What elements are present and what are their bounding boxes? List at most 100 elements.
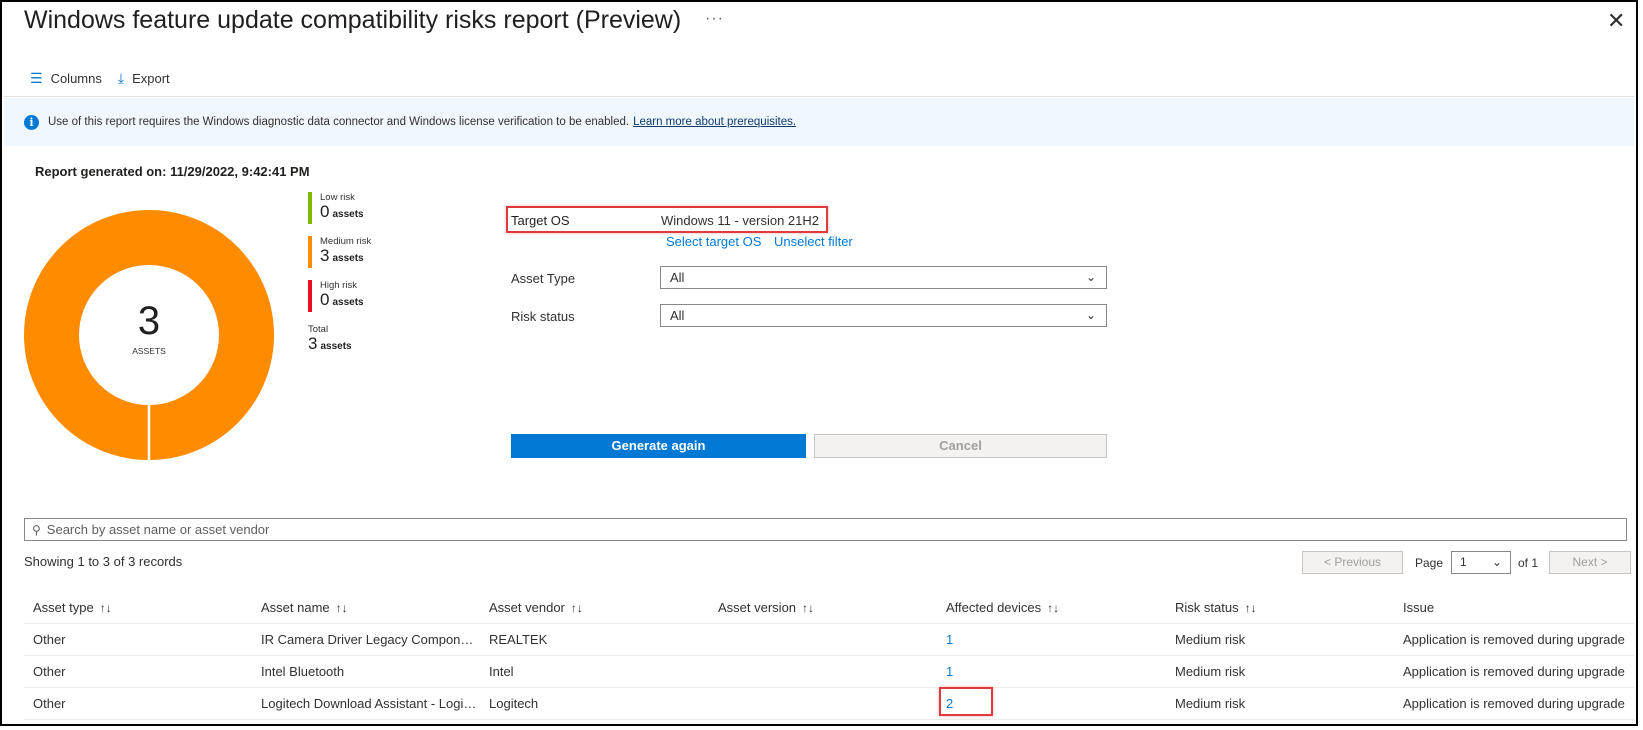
column-header-label: Asset type xyxy=(33,599,94,615)
columns-icon: ☰ xyxy=(30,70,43,86)
next-page-button: Next > xyxy=(1549,551,1631,574)
columns-button[interactable]: ☰ Columns xyxy=(30,70,102,87)
sort-icon[interactable]: ↑↓ xyxy=(802,601,814,615)
export-button[interactable]: ⤓ Export xyxy=(118,70,170,87)
chevron-down-icon: ⌄ xyxy=(1085,308,1096,322)
donut-total-count: 3 xyxy=(138,299,160,343)
search-input[interactable]: ⚲ Search by asset name or asset vendor xyxy=(24,518,1627,541)
table-cell: Application is removed during upgrade xyxy=(1394,623,1634,656)
legend-low-risk-bar xyxy=(308,192,312,224)
table-cell: Logitech xyxy=(480,687,709,720)
page-number-value: 1 xyxy=(1460,555,1467,569)
legend-medium-risk-bar xyxy=(308,236,312,268)
risk-legend: Low risk 0 assets Medium risk 3 assets Hig… xyxy=(308,192,371,368)
asset-type-label: Asset Type xyxy=(511,271,576,286)
sort-icon[interactable]: ↑↓ xyxy=(336,601,348,615)
table-cell xyxy=(709,623,937,656)
toolbar-divider xyxy=(4,96,1634,97)
table-cell xyxy=(709,687,937,720)
target-os-label: Target OS xyxy=(511,213,570,228)
legend-total-count: 3 assets xyxy=(308,334,352,353)
table-body: Other IR Camera Driver Legacy Components R… xyxy=(24,623,1634,720)
table-row[interactable]: Other Logitech Download Assistant - LogiL… xyxy=(24,687,1634,720)
previous-page-button: < Previous xyxy=(1302,551,1403,574)
table-cell: Logitech Download Assistant - LogiLDA xyxy=(252,687,480,720)
affected-devices-link[interactable]: 1 xyxy=(946,664,953,679)
column-header[interactable]: Issue xyxy=(1394,591,1634,624)
table-cell: Application is removed during upgrade xyxy=(1394,655,1634,688)
page-number-dropdown[interactable]: 1 ⌄ xyxy=(1451,551,1511,574)
table-cell: Intel Bluetooth xyxy=(252,655,480,688)
column-header-label: Asset name xyxy=(261,599,330,615)
page-title: Windows feature update compatibility ris… xyxy=(24,6,682,34)
table-cell: Application is removed during upgrade xyxy=(1394,687,1634,720)
table-row[interactable]: Other IR Camera Driver Legacy Components R… xyxy=(24,623,1634,656)
export-label: Export xyxy=(132,71,170,86)
column-header[interactable]: Asset version ↑↓ xyxy=(709,591,937,624)
legend-total-label: Total xyxy=(308,324,329,335)
assets-table: Asset type ↑↓ Asset name ↑↓ Asset vendor ↑↓ As… xyxy=(24,591,1634,720)
table-cell: Medium risk xyxy=(1166,655,1394,688)
column-header-label: Risk status xyxy=(1175,599,1239,615)
cancel-button: Cancel xyxy=(814,434,1107,458)
column-header[interactable]: Asset vendor ↑↓ xyxy=(480,591,709,624)
download-icon: ⤓ xyxy=(117,70,125,86)
report-blade: Windows feature update compatibility ris… xyxy=(0,0,1638,726)
unselect-filter-link[interactable]: Unselect filter xyxy=(774,234,853,249)
table-cell: IR Camera Driver Legacy Components xyxy=(252,623,480,656)
chevron-down-icon: ⌄ xyxy=(1491,555,1502,569)
legend-medium-risk-count: 3 assets xyxy=(320,246,364,265)
legend-total: Total 3 assets xyxy=(308,324,371,358)
target-os-value: Windows 11 - version 21H2 xyxy=(661,213,819,228)
donut-total-unit: ASSETS xyxy=(132,346,166,356)
sort-icon[interactable]: ↑↓ xyxy=(100,601,112,615)
table-cell: Other xyxy=(24,623,252,656)
close-icon[interactable]: ✕ xyxy=(1607,8,1625,34)
table-cell: Intel xyxy=(480,655,709,688)
table-cell xyxy=(709,655,937,688)
column-header-label: Affected devices xyxy=(946,599,1042,615)
affected-devices-link[interactable]: 1 xyxy=(946,632,953,647)
risk-status-dropdown[interactable]: All ⌄ xyxy=(660,304,1107,327)
column-header[interactable]: Asset type ↑↓ xyxy=(24,591,252,624)
sort-icon[interactable]: ↑↓ xyxy=(571,601,583,615)
risk-status-label: Risk status xyxy=(511,309,575,324)
asset-type-dropdown[interactable]: All ⌄ xyxy=(660,266,1107,289)
column-header-label: Asset vendor xyxy=(489,599,565,615)
column-header[interactable]: Affected devices ↑↓ xyxy=(937,591,1166,624)
toolbar: ☰ Columns ⤓ Export xyxy=(30,70,170,87)
legend-high-risk: High risk 0 assets xyxy=(308,280,371,314)
legend-high-risk-bar xyxy=(308,280,312,312)
banner-text: Use of this report requires the Windows … xyxy=(48,116,630,128)
column-header-label: Issue xyxy=(1403,599,1435,615)
sort-icon[interactable]: ↑↓ xyxy=(1245,601,1257,615)
table-cell[interactable]: 1 xyxy=(937,623,1166,656)
table-cell: Medium risk xyxy=(1166,623,1394,656)
sort-icon[interactable]: ↑↓ xyxy=(1047,601,1059,615)
table-cell: Other xyxy=(24,655,252,688)
column-header[interactable]: Asset name ↑↓ xyxy=(252,591,480,624)
table-cell[interactable]: 1 xyxy=(937,655,1166,688)
page-of-label: of 1 xyxy=(1518,556,1539,570)
learn-more-link[interactable]: Learn more about prerequisites. xyxy=(633,116,796,128)
generate-again-button[interactable]: Generate again xyxy=(511,434,806,458)
table-cell: REALTEK xyxy=(480,623,709,656)
column-header[interactable]: Risk status ↑↓ xyxy=(1166,591,1394,624)
columns-label: Columns xyxy=(50,71,102,86)
affected-devices-highlight xyxy=(939,687,993,716)
select-target-os-link[interactable]: Select target OS xyxy=(666,234,761,249)
asset-type-value: All xyxy=(670,270,685,285)
more-options-icon[interactable]: ··· xyxy=(705,10,724,28)
table-header-row: Asset type ↑↓ Asset name ↑↓ Asset vendor ↑↓ As… xyxy=(24,591,1634,624)
report-generated-timestamp: Report generated on: 11/29/2022, 9:42:41… xyxy=(35,164,310,179)
table-row[interactable]: Other Intel Bluetooth Intel 1 Medium risk App… xyxy=(24,655,1634,688)
info-banner: i Use of this report requires the Window… xyxy=(4,98,1634,146)
search-icon: ⚲ xyxy=(32,522,41,537)
legend-high-risk-count: 0 assets xyxy=(320,290,364,309)
page-label: Page xyxy=(1415,556,1444,570)
records-count: Showing 1 to 3 of 3 records xyxy=(24,554,183,569)
chevron-down-icon: ⌄ xyxy=(1085,270,1096,284)
table-cell: Medium risk xyxy=(1166,687,1394,720)
risk-status-value: All xyxy=(670,308,685,323)
legend-low-risk: Low risk 0 assets xyxy=(308,192,371,226)
